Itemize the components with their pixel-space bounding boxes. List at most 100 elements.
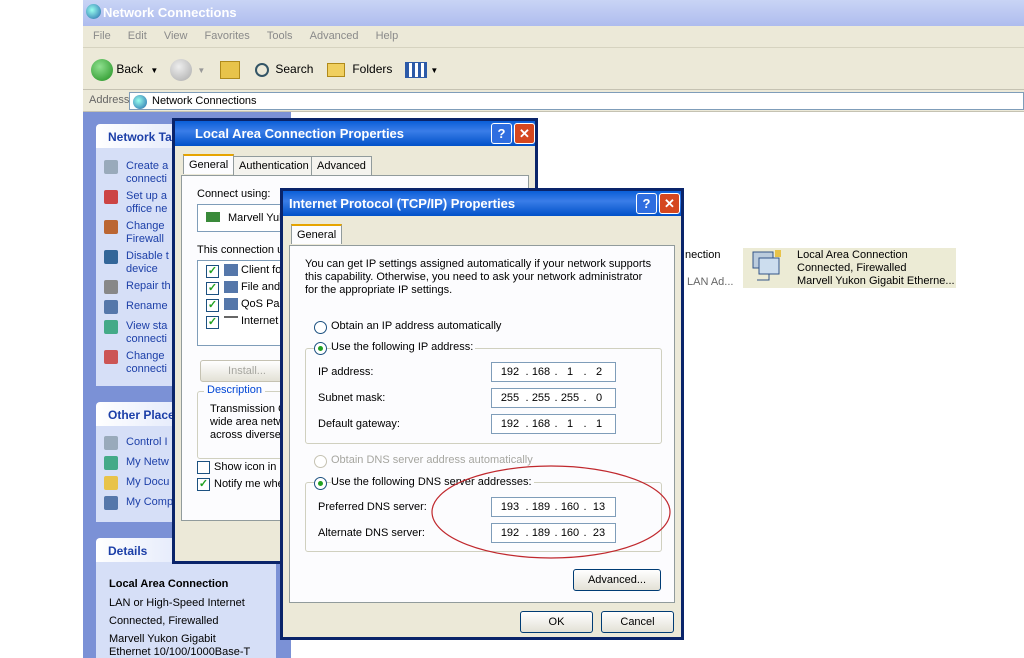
back-arrow-icon <box>91 58 113 81</box>
search-icon <box>255 62 269 77</box>
notify-label[interactable]: Notify me wher <box>214 478 287 490</box>
ip-octet: 0 <box>595 392 603 404</box>
lac-dialog-title: Local Area Connection Properties <box>195 126 405 141</box>
ip-address-field[interactable]: 192. 168. 1. 2 <box>491 362 616 382</box>
connection-device: Marvell Yukon Gigabit Etherne... <box>797 275 955 287</box>
tab-authentication[interactable]: Authentication <box>233 156 315 176</box>
alternate-dns-label: Alternate DNS server: <box>318 527 425 539</box>
menu-help[interactable]: Help <box>376 30 399 42</box>
connect-using-label: Connect using: <box>197 188 271 200</box>
help-button[interactable]: ? <box>636 193 657 214</box>
tcpip-properties-dialog: Internet Protocol (TCP/IP) Properties ? … <box>280 188 684 640</box>
forward-button[interactable]: ▼ <box>170 57 205 81</box>
notify-checkbox[interactable]: ✓ <box>197 478 210 491</box>
my-computer-icon <box>104 496 118 510</box>
menu-bar: File Edit View Favorites Tools Advanced … <box>83 26 1024 48</box>
place-my-network[interactable]: My Netw <box>104 456 169 470</box>
ip-address-label: IP address: <box>318 366 374 378</box>
tab-advanced[interactable]: Advanced <box>311 156 372 176</box>
default-gateway-label: Default gateway: <box>318 418 400 430</box>
show-icon-label[interactable]: Show icon in n <box>214 461 286 473</box>
tab-general[interactable]: General <box>183 154 235 174</box>
task-change-settings[interactable]: Change connecti <box>104 350 167 376</box>
task-create-connection[interactable]: Create a connecti <box>104 160 168 186</box>
menu-favorites[interactable]: Favorites <box>205 30 250 42</box>
ip-octet: 192 <box>500 418 520 430</box>
views-button[interactable]: ▼ <box>405 57 438 81</box>
my-network-icon <box>104 456 118 470</box>
toolbar: Back ▼ ▼ Search Folders ▼ <box>83 48 1024 90</box>
views-icon <box>405 61 427 78</box>
explorer-title-bar[interactable]: Network Connections <box>83 0 1024 26</box>
tab-general[interactable]: General <box>291 224 343 244</box>
place-my-computer[interactable]: My Comp <box>104 496 173 510</box>
back-button[interactable]: Back ▼ <box>91 57 158 81</box>
forward-dropdown-icon[interactable]: ▼ <box>197 66 205 75</box>
component-checkbox[interactable]: ✓ <box>206 316 219 329</box>
task-disable-device[interactable]: Disable t device <box>104 250 169 276</box>
task-repair[interactable]: Repair th <box>104 280 171 294</box>
component-checkbox[interactable]: ✓ <box>206 282 219 295</box>
firewall-icon <box>104 220 118 234</box>
connection-item-lan[interactable]: Local Area Connection Connected, Firewal… <box>743 248 956 288</box>
ip-octet: 255 <box>500 392 520 404</box>
use-ip-radio[interactable]: Use the following IP address: <box>314 341 476 355</box>
ok-button[interactable]: OK <box>520 611 593 633</box>
tcpip-dialog-title-bar[interactable]: Internet Protocol (TCP/IP) Properties ? … <box>283 191 681 216</box>
help-button[interactable]: ? <box>491 123 512 144</box>
disable-device-icon <box>104 250 118 264</box>
up-folder-icon <box>220 60 240 79</box>
details-line: LAN or High-Speed Internet <box>109 597 245 609</box>
task-change-firewall[interactable]: Change Firewall <box>104 220 165 246</box>
component-label[interactable]: QoS Pac <box>241 298 285 310</box>
network-connections-icon <box>133 95 147 109</box>
home-network-icon <box>104 190 118 204</box>
tcpip-dialog-title: Internet Protocol (TCP/IP) Properties <box>289 196 516 211</box>
task-view-status[interactable]: View sta connecti <box>104 320 167 346</box>
view-status-icon <box>104 320 118 334</box>
back-dropdown-icon[interactable]: ▼ <box>150 66 158 75</box>
description-label: Description <box>204 384 266 396</box>
connection-uses-label: This connection u <box>197 244 284 256</box>
up-folder-button[interactable] <box>220 57 240 81</box>
file-sharing-icon <box>224 281 238 293</box>
connection-status: Connected, Firewalled <box>797 262 907 274</box>
close-button[interactable]: ✕ <box>514 123 535 144</box>
partial-connection-name[interactable]: nection <box>685 249 720 261</box>
advanced-button[interactable]: Advanced... <box>573 569 661 591</box>
menu-file[interactable]: File <box>93 30 111 42</box>
subnet-mask-field[interactable]: 255. 255. 255. 0 <box>491 388 616 408</box>
menu-view[interactable]: View <box>164 30 188 42</box>
details-line: Ethernet 10/100/1000Base-T <box>109 646 251 658</box>
menu-edit[interactable]: Edit <box>128 30 147 42</box>
lac-dialog-title-bar[interactable]: Local Area Connection Properties ? ✕ <box>175 121 535 146</box>
menu-tools[interactable]: Tools <box>267 30 293 42</box>
menu-advanced[interactable]: Advanced <box>310 30 359 42</box>
show-icon-checkbox[interactable] <box>197 461 210 474</box>
explorer-title: Network Connections <box>103 5 237 20</box>
component-checkbox[interactable]: ✓ <box>206 265 219 278</box>
address-bar: Address Network Connections <box>83 90 1024 112</box>
views-dropdown-icon[interactable]: ▼ <box>430 66 438 75</box>
protocol-icon <box>224 316 238 326</box>
cancel-button[interactable]: Cancel <box>601 611 674 633</box>
search-button[interactable]: Search <box>255 57 313 81</box>
ip-octet: 1 <box>566 366 574 378</box>
radio-off <box>314 321 327 334</box>
folders-button[interactable]: Folders <box>327 57 392 81</box>
change-settings-icon <box>104 350 118 364</box>
place-my-documents[interactable]: My Docu <box>104 476 169 490</box>
component-checkbox[interactable]: ✓ <box>206 299 219 312</box>
ip-octet: 192 <box>500 366 520 378</box>
network-connections-icon <box>86 4 101 19</box>
component-label[interactable]: Client for <box>241 264 285 276</box>
default-gateway-field[interactable]: 192. 168. 1. 1 <box>491 414 616 434</box>
task-setup-office-network[interactable]: Set up a office ne <box>104 190 167 216</box>
ip-octet: 1 <box>566 418 574 430</box>
task-rename[interactable]: Rename <box>104 300 168 314</box>
place-control-panel[interactable]: Control I <box>104 436 168 450</box>
lan-connection-icon <box>749 250 785 284</box>
close-button[interactable]: ✕ <box>659 193 680 214</box>
obtain-ip-radio[interactable]: Obtain an IP address automatically <box>314 320 504 334</box>
address-input[interactable]: Network Connections <box>129 92 1024 110</box>
